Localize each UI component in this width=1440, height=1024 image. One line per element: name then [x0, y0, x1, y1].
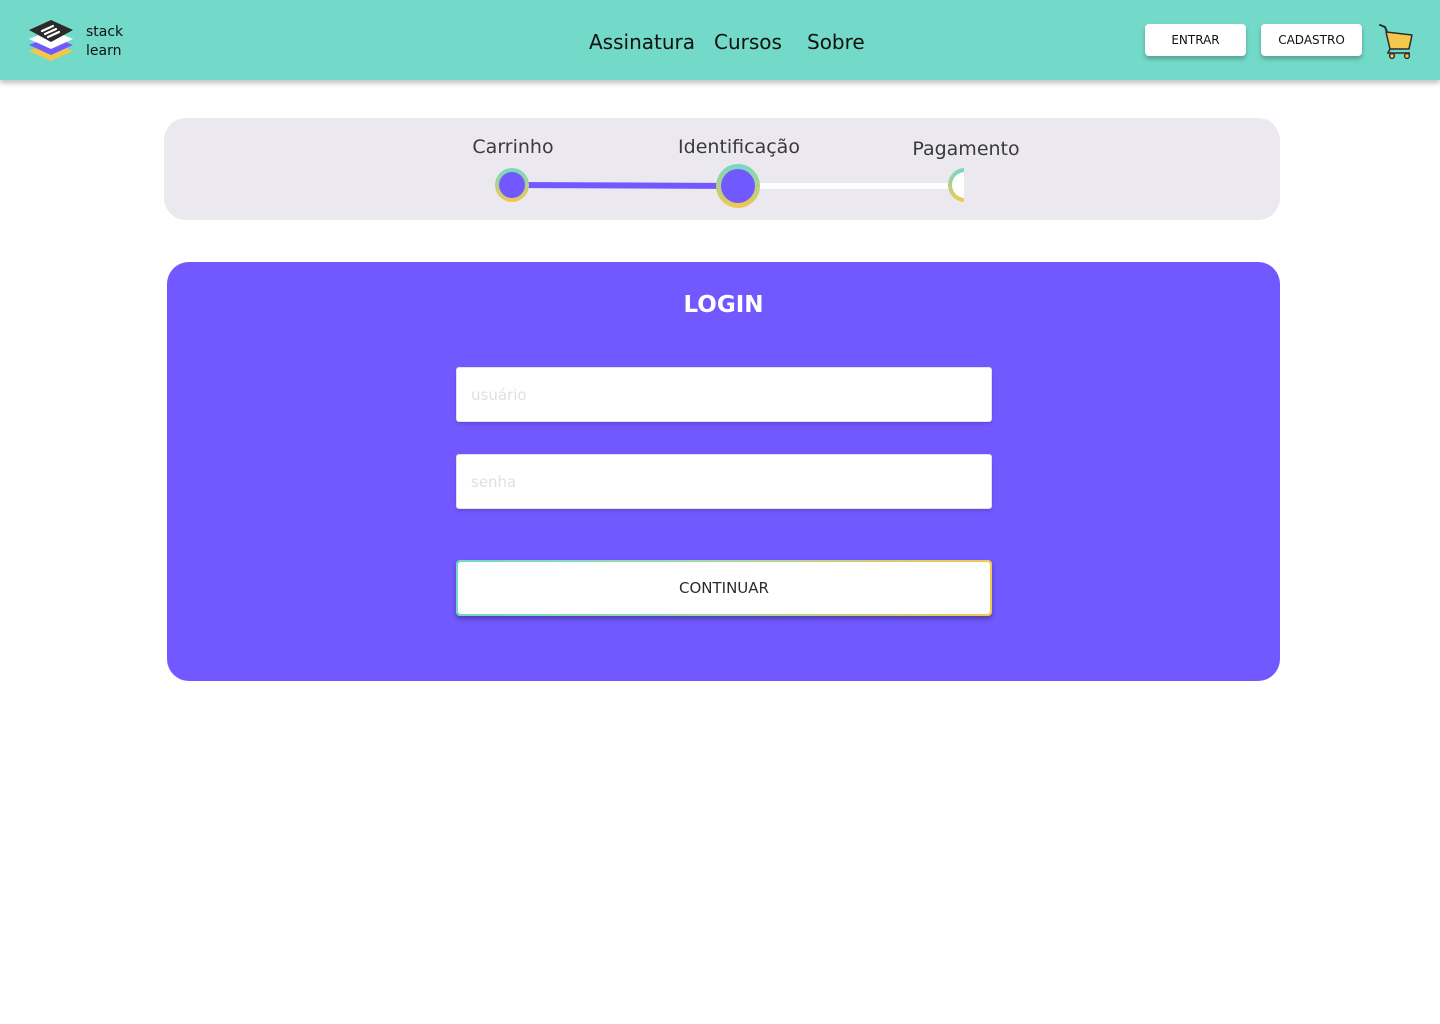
username-input[interactable] — [456, 367, 992, 422]
brand-name-line2: learn — [86, 43, 122, 59]
step-label-identificacao: Identificação — [678, 136, 800, 158]
login-card: LOGIN CONTINUAR — [167, 262, 1280, 681]
signup-button[interactable]: CADASTRO — [1261, 24, 1362, 56]
steps-progress-track — [495, 164, 964, 208]
step-label-pagamento: Pagamento — [912, 138, 1020, 160]
nav-link-sobre[interactable]: Sobre — [807, 30, 865, 54]
nav-link-cursos[interactable]: Cursos — [714, 30, 782, 54]
nav-link-assinatura[interactable]: Assinatura — [589, 30, 695, 54]
step-dot-identificacao[interactable] — [716, 164, 760, 208]
checkout-steps: Carrinho Identificação Pagamento — [164, 118, 1280, 220]
login-title: LOGIN — [683, 292, 764, 318]
brand-name-line1: stack — [86, 24, 124, 40]
login-button[interactable]: ENTRAR — [1145, 24, 1246, 56]
top-header: stack learn Assinatura Cursos Sobre ENTR… — [0, 0, 1440, 80]
step-dot-pagamento[interactable] — [948, 168, 964, 202]
step-label-carrinho: Carrinho — [472, 136, 554, 158]
continue-button[interactable]: CONTINUAR — [456, 560, 992, 616]
brand-name: stack learn — [86, 23, 123, 61]
steps-line-completed — [511, 182, 739, 189]
step-dot-carrinho[interactable] — [495, 168, 529, 202]
password-input[interactable] — [456, 454, 992, 509]
shopping-cart-icon[interactable] — [1378, 22, 1414, 60]
stack-logo-icon — [29, 20, 73, 61]
continue-button-label: CONTINUAR — [458, 562, 990, 614]
brand-logo[interactable]: stack learn — [28, 18, 128, 64]
